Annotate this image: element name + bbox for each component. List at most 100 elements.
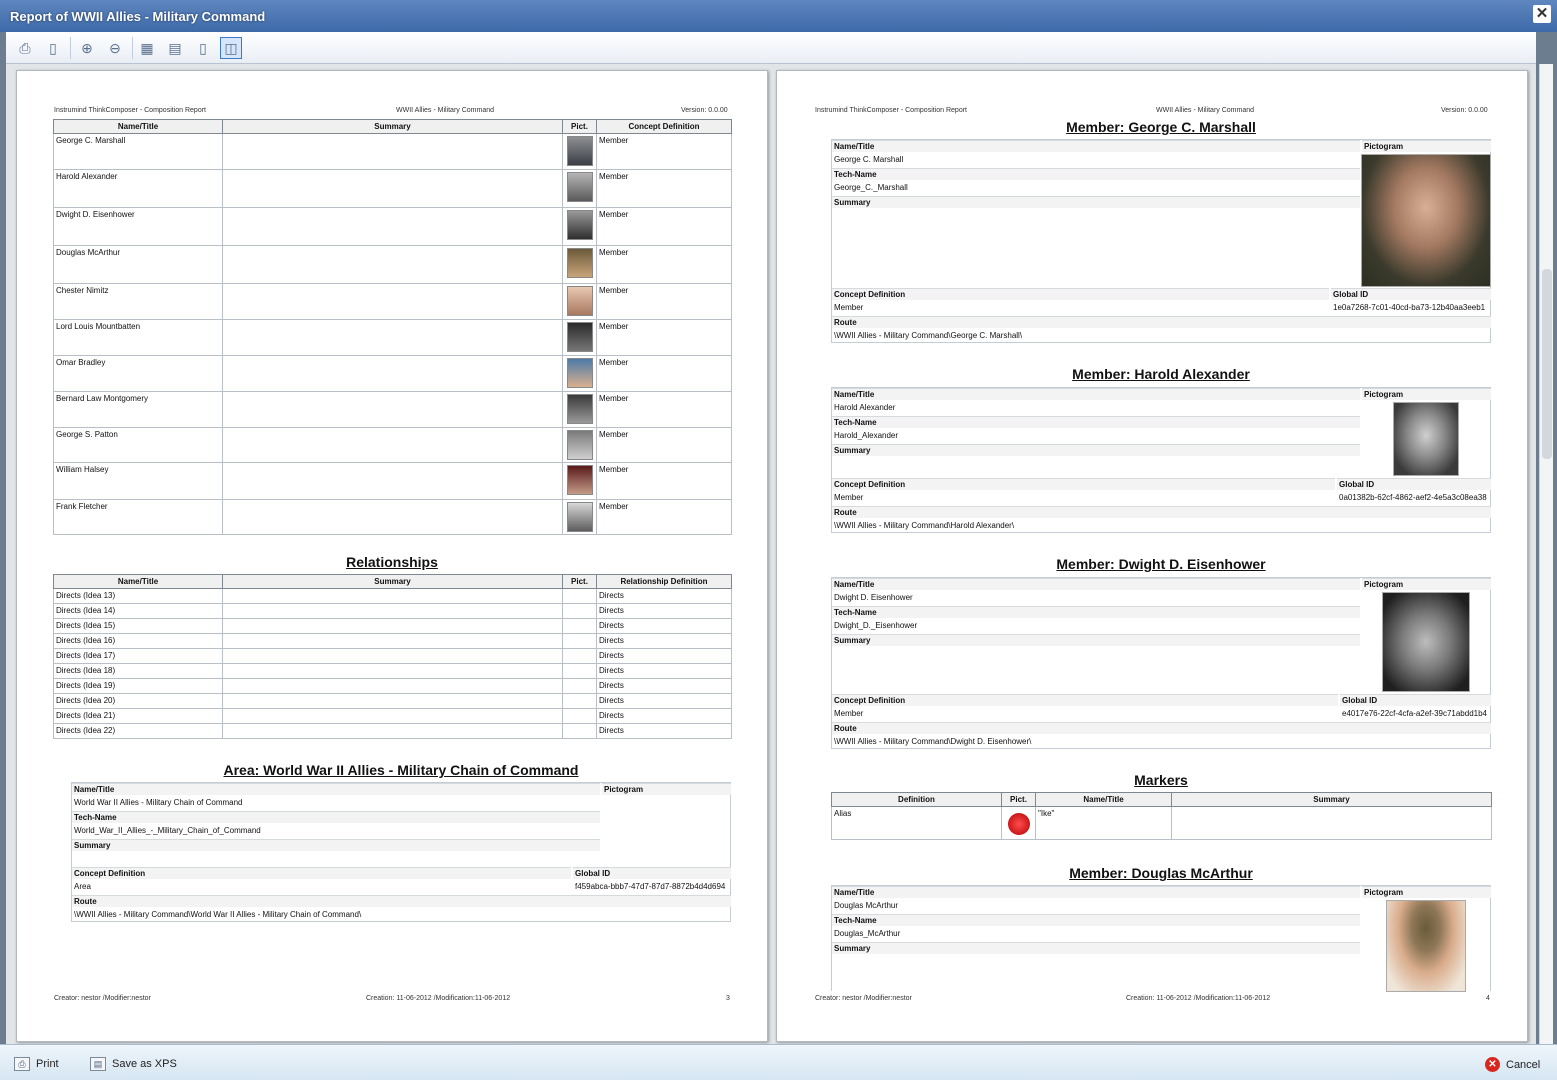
- table-row: Directs (Idea 21) Directs: [53, 708, 732, 724]
- cell-definition: Directs: [596, 618, 732, 634]
- global-id-label: Global ID: [1331, 288, 1491, 300]
- portrait-thumbnail: [566, 322, 593, 352]
- status-bar: ⎙ Print ▤ Save as XPS ✕ Cancel: [0, 1044, 1557, 1080]
- cell-pict: [562, 499, 597, 535]
- cell-name: Directs (Idea 15): [53, 618, 223, 634]
- cell-pict: [562, 169, 597, 208]
- header-left: Instrumind ThinkComposer - Composition R…: [815, 107, 967, 114]
- route-value: \WWII Allies - Military Command\Harold A…: [834, 521, 1015, 530]
- actual-size-icon[interactable]: ▦: [136, 37, 158, 59]
- concept-definition-label: Concept Definition: [832, 288, 1329, 300]
- cell-pict: [562, 633, 597, 649]
- member-card: Name/Title Harold Alexander Tech-Name Ha…: [831, 387, 1491, 533]
- table-row: Directs (Idea 13) Directs: [53, 588, 732, 604]
- cell-definition: Member: [596, 133, 732, 170]
- cell-name: Directs (Idea 17): [53, 648, 223, 664]
- page-width-icon[interactable]: ▤: [164, 37, 186, 59]
- table-row: Harold Alexander Member: [53, 169, 732, 208]
- concept-definition-value: Member: [834, 303, 864, 312]
- zoom-in-icon[interactable]: ⊕: [76, 37, 98, 59]
- concept-definition-value: Member: [834, 709, 864, 718]
- portrait-thumbnail: [566, 465, 593, 495]
- table-row: Douglas McArthur Member: [53, 245, 732, 284]
- cell-name: "Ike": [1035, 806, 1172, 840]
- footer-left: Creator: nestor /Modifier:nestor: [54, 995, 151, 1002]
- global-id-value: f459abca-bbb7-47d7-87d7-8872b4d4d694: [575, 882, 726, 891]
- copy-icon[interactable]: ▯: [42, 37, 64, 59]
- cell-summary: [222, 648, 563, 664]
- cell-definition: Member: [596, 283, 732, 320]
- print-button[interactable]: ⎙ Print: [14, 1057, 59, 1071]
- name-value: Harold Alexander: [834, 403, 896, 412]
- footer-left: Creator: nestor /Modifier:nestor: [815, 995, 912, 1002]
- global-id-label: Global ID: [1340, 694, 1491, 706]
- scrollbar-thumb[interactable]: [1542, 269, 1552, 459]
- table-row: George S. Patton Member: [53, 427, 732, 463]
- concept-definition-label: Concept Definition: [832, 694, 1338, 706]
- route-label: Route: [832, 506, 1491, 518]
- cell-summary: [222, 678, 563, 694]
- tech-name-value: Harold_Alexander: [834, 431, 899, 440]
- cell-name: William Halsey: [53, 462, 223, 500]
- column-header: Definition: [831, 792, 1002, 807]
- seal-icon: [1007, 813, 1030, 835]
- cell-definition: Member: [596, 319, 732, 356]
- member-card: Name/Title George C. Marshall Tech-Name …: [831, 139, 1491, 343]
- route-value: \WWII Allies - Military Command\Dwight D…: [834, 737, 1032, 746]
- cancel-button[interactable]: ✕ Cancel: [1485, 1057, 1540, 1072]
- summary-label: Summary: [72, 839, 600, 851]
- cell-name: Chester Nimitz: [53, 283, 223, 320]
- cell-pict: [562, 678, 597, 694]
- cell-summary: [222, 588, 563, 604]
- table-row: Directs (Idea 22) Directs: [53, 723, 732, 739]
- route-value: \WWII Allies - Military Command\George C…: [834, 331, 1023, 340]
- table-row: Dwight D. Eisenhower Member: [53, 207, 732, 246]
- summary-label: Summary: [832, 942, 1360, 954]
- global-id-label: Global ID: [1337, 478, 1491, 490]
- tech-name-value: Dwight_D._Eisenhower: [834, 621, 918, 630]
- name-label: Name/Title: [832, 886, 1360, 898]
- cell-summary: [222, 603, 563, 619]
- save-label: Save as XPS: [112, 1058, 177, 1070]
- page-4: Instrumind ThinkComposer - Composition R…: [776, 70, 1528, 1042]
- footer-center: Creation: 11-06-2012 /Modification:11-06…: [1126, 995, 1271, 1002]
- table-row: Omar Bradley Member: [53, 355, 732, 392]
- member-title: Member: Harold Alexander: [1072, 366, 1250, 382]
- portrait-image: [1361, 154, 1491, 287]
- name-value: Dwight D. Eisenhower: [834, 593, 913, 602]
- name-label: Name/Title: [832, 140, 1360, 152]
- tech-name-value: Douglas_McArthur: [834, 929, 901, 938]
- table-row: Chester Nimitz Member: [53, 283, 732, 320]
- portrait-image: [1386, 900, 1466, 992]
- save-xps-button[interactable]: ▤ Save as XPS: [90, 1057, 177, 1071]
- header-center: WWII Allies - Military Command: [1156, 107, 1255, 114]
- document-viewer[interactable]: Instrumind ThinkComposer - Composition R…: [6, 64, 1536, 1044]
- cell-definition: Member: [596, 355, 732, 392]
- print-icon[interactable]: ⎙: [14, 37, 36, 59]
- cell-pict: [562, 283, 597, 320]
- cell-definition: Directs: [596, 633, 732, 649]
- close-icon[interactable]: ✕: [1533, 5, 1551, 23]
- cell-name: George S. Patton: [53, 427, 223, 463]
- area-card: Name/Title World War II Allies - Militar…: [71, 782, 731, 922]
- vertical-scrollbar[interactable]: [1539, 64, 1553, 1044]
- zoom-out-icon[interactable]: ⊖: [104, 37, 126, 59]
- save-icon: ▤: [90, 1057, 106, 1071]
- pictogram-label: Pictogram: [602, 783, 731, 795]
- column-header: Pict.: [1001, 792, 1036, 807]
- cell-summary: [222, 391, 563, 428]
- whole-page-icon[interactable]: ▯: [192, 37, 214, 59]
- cell-pict: [562, 462, 597, 500]
- relationships-title: Relationships: [346, 554, 438, 570]
- header-right: Version: 0.0.00: [1441, 107, 1488, 114]
- two-pages-icon[interactable]: ◫: [220, 37, 242, 59]
- cell-name: Omar Bradley: [53, 355, 223, 392]
- portrait-thumbnail: [566, 286, 593, 316]
- cell-definition: Directs: [596, 723, 732, 739]
- cell-pict: [562, 663, 597, 679]
- summary-label: Summary: [832, 444, 1360, 456]
- portrait-thumbnail: [566, 172, 593, 202]
- table-row: Directs (Idea 18) Directs: [53, 663, 732, 679]
- summary-label: Summary: [832, 196, 1360, 208]
- table-row: George C. Marshall Member: [53, 133, 732, 170]
